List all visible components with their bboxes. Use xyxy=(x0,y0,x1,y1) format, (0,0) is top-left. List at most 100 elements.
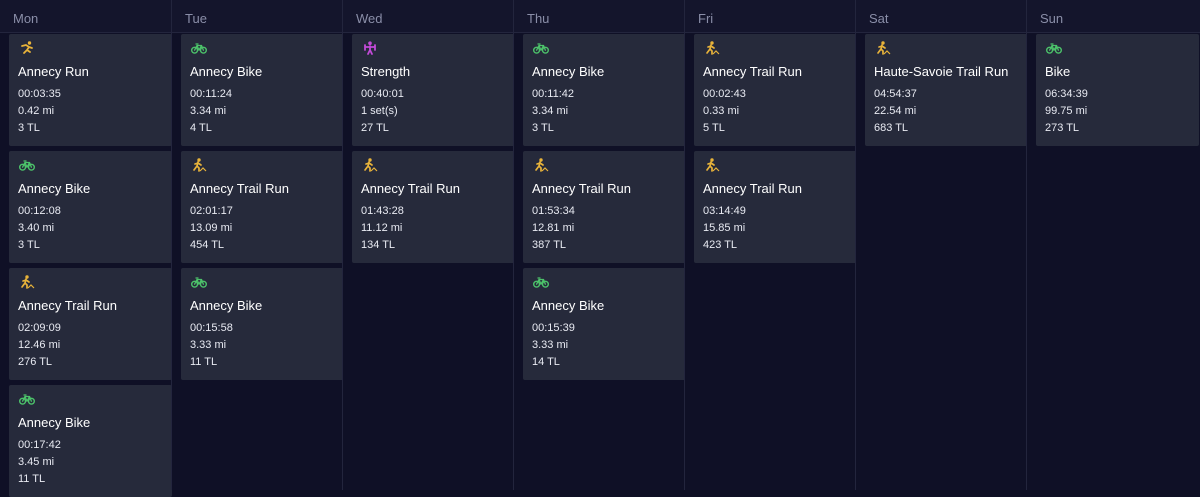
workout-distance: 99.75 mi xyxy=(1045,105,1088,117)
workout-title: Annecy Bike xyxy=(18,181,91,196)
workout-duration: 02:01:17 xyxy=(190,205,233,217)
workout-title: Annecy Trail Run xyxy=(18,298,117,313)
workout-training-load: 3 TL xyxy=(532,122,554,134)
workout-distance: 12.46 mi xyxy=(18,339,61,351)
day-header: Sat xyxy=(856,0,1026,33)
workout-card[interactable]: Annecy Trail Run 00:02:43 0.33 mi 5 TL xyxy=(694,34,857,146)
workout-duration: 00:11:24 xyxy=(190,88,233,100)
workout-duration: 03:14:49 xyxy=(703,205,746,217)
trail-run-icon xyxy=(875,41,891,55)
bike-icon xyxy=(533,41,549,55)
day-header: Mon xyxy=(0,0,171,33)
trail-run-icon xyxy=(704,41,720,55)
workout-training-load: 11 TL xyxy=(190,356,218,368)
workout-training-load: 683 TL xyxy=(874,122,909,134)
workout-training-load: 276 TL xyxy=(18,356,53,368)
workout-training-load: 273 TL xyxy=(1045,122,1080,134)
workout-title: Strength xyxy=(361,64,411,79)
workout-training-load: 11 TL xyxy=(18,473,46,485)
workout-title: Bike xyxy=(1045,64,1071,79)
bike-icon xyxy=(191,275,207,289)
workout-duration: 01:53:34 xyxy=(532,205,575,217)
workout-distance: 0.42 mi xyxy=(18,105,55,117)
workout-card[interactable]: Annecy Trail Run 01:43:28 11.12 mi 134 TL xyxy=(352,151,515,263)
workout-training-load: 3 TL xyxy=(18,122,40,134)
workout-title: Annecy Bike xyxy=(532,64,605,79)
workout-card[interactable]: Annecy Bike 00:11:24 3.34 mi 4 TL xyxy=(181,34,344,146)
workout-card[interactable]: Annecy Trail Run 02:09:09 12.46 mi 276 TL xyxy=(9,268,172,380)
day-column-fri: Fri Annecy Trail Run 00:02:43 0.33 mi 5 TL An… xyxy=(684,0,857,490)
day-header: Sun xyxy=(1027,0,1200,33)
day-header: Fri xyxy=(685,0,855,33)
workout-duration: 00:40:01 xyxy=(361,88,404,100)
workout-duration: 00:11:42 xyxy=(532,88,575,100)
workout-distance: 13.09 mi xyxy=(190,222,233,234)
workout-duration: 01:43:28 xyxy=(361,205,404,217)
workout-distance: 3.33 mi xyxy=(532,339,569,351)
workout-duration: 00:15:58 xyxy=(190,322,233,334)
day-column-tue: Tue Annecy Bike 00:11:24 3.34 mi 4 TL Annecy … xyxy=(171,0,344,490)
day-header: Thu xyxy=(514,0,684,33)
workout-title: Annecy Trail Run xyxy=(190,181,289,196)
workout-distance: 0.33 mi xyxy=(703,105,740,117)
workout-distance: 3.45 mi xyxy=(18,456,55,468)
trail-run-icon xyxy=(191,158,207,172)
workout-distance: 22.54 mi xyxy=(874,105,917,117)
workout-training-load: 27 TL xyxy=(361,122,389,134)
workout-title: Annecy Trail Run xyxy=(703,181,802,196)
day-header: Tue xyxy=(172,0,342,33)
day-column-sun: Sun Bike 06:34:39 99.75 mi 273 TL xyxy=(1026,0,1200,490)
strength-icon xyxy=(362,41,378,55)
workout-title: Annecy Bike xyxy=(190,64,263,79)
workout-training-load: 4 TL xyxy=(190,122,212,134)
workout-card[interactable]: Haute-Savoie Trail Run 04:54:37 22.54 mi 68… xyxy=(865,34,1028,146)
workout-distance: 1 set(s) xyxy=(361,105,398,117)
workout-title: Annecy Trail Run xyxy=(703,64,802,79)
workout-training-load: 454 TL xyxy=(190,239,225,251)
workout-card[interactable]: Annecy Bike 00:11:42 3.34 mi 3 TL xyxy=(523,34,686,146)
day-column-sat: Sat Haute-Savoie Trail Run 04:54:37 22.54 m… xyxy=(855,0,1028,490)
workout-card[interactable]: Strength 00:40:01 1 set(s) 27 TL xyxy=(352,34,515,146)
workout-distance: 3.40 mi xyxy=(18,222,55,234)
workout-card[interactable]: Annecy Trail Run 02:01:17 13.09 mi 454 TL xyxy=(181,151,344,263)
workout-card[interactable]: Annecy Bike 00:17:42 3.45 mi 11 TL xyxy=(9,385,172,497)
workout-title: Annecy Trail Run xyxy=(361,181,460,196)
workout-duration: 00:02:43 xyxy=(703,88,746,100)
workout-title: Annecy Bike xyxy=(532,298,605,313)
day-column-mon: Mon Annecy Run 00:03:35 0.42 mi 3 TL Annecy B… xyxy=(0,0,172,497)
workout-duration: 00:17:42 xyxy=(18,439,61,451)
bike-icon xyxy=(19,158,35,172)
workout-card[interactable]: Annecy Bike 00:15:39 3.33 mi 14 TL xyxy=(523,268,686,380)
workout-card[interactable]: Annecy Run 00:03:35 0.42 mi 3 TL xyxy=(9,34,172,146)
workout-title: Annecy Run xyxy=(18,64,89,79)
workout-duration: 06:34:39 xyxy=(1045,88,1088,100)
weekly-calendar: Mon Annecy Run 00:03:35 0.42 mi 3 TL Annecy B… xyxy=(0,0,1200,497)
bike-icon xyxy=(19,392,35,406)
workout-card[interactable]: Annecy Bike 00:15:58 3.33 mi 11 TL xyxy=(181,268,344,380)
workout-training-load: 423 TL xyxy=(703,239,738,251)
day-column-thu: Thu Annecy Bike 00:11:42 3.34 mi 3 TL Annecy … xyxy=(513,0,686,490)
workout-card[interactable]: Annecy Trail Run 03:14:49 15.85 mi 423 TL xyxy=(694,151,857,263)
trail-run-icon xyxy=(704,158,720,172)
workout-training-load: 134 TL xyxy=(361,239,396,251)
workout-card[interactable]: Annecy Bike 00:12:08 3.40 mi 3 TL xyxy=(9,151,172,263)
workout-title: Annecy Bike xyxy=(190,298,263,313)
bike-icon xyxy=(1046,41,1062,55)
workout-distance: 3.34 mi xyxy=(532,105,569,117)
workout-title: Annecy Bike xyxy=(18,415,91,430)
workout-card[interactable]: Bike 06:34:39 99.75 mi 273 TL xyxy=(1036,34,1199,146)
workout-duration: 04:54:37 xyxy=(874,88,917,100)
workout-title: Annecy Trail Run xyxy=(532,181,631,196)
workout-duration: 02:09:09 xyxy=(18,322,61,334)
workout-duration: 00:15:39 xyxy=(532,322,575,334)
workout-distance: 3.33 mi xyxy=(190,339,227,351)
trail-run-icon xyxy=(362,158,378,172)
workout-training-load: 5 TL xyxy=(703,122,725,134)
workout-card[interactable]: Annecy Trail Run 01:53:34 12.81 mi 387 TL xyxy=(523,151,686,263)
trail-run-icon xyxy=(19,275,35,289)
workout-training-load: 3 TL xyxy=(18,239,40,251)
workout-title: Haute-Savoie Trail Run xyxy=(874,64,1009,79)
workout-duration: 00:12:08 xyxy=(18,205,61,217)
workout-distance: 11.12 mi xyxy=(361,222,403,234)
bike-icon xyxy=(533,275,549,289)
